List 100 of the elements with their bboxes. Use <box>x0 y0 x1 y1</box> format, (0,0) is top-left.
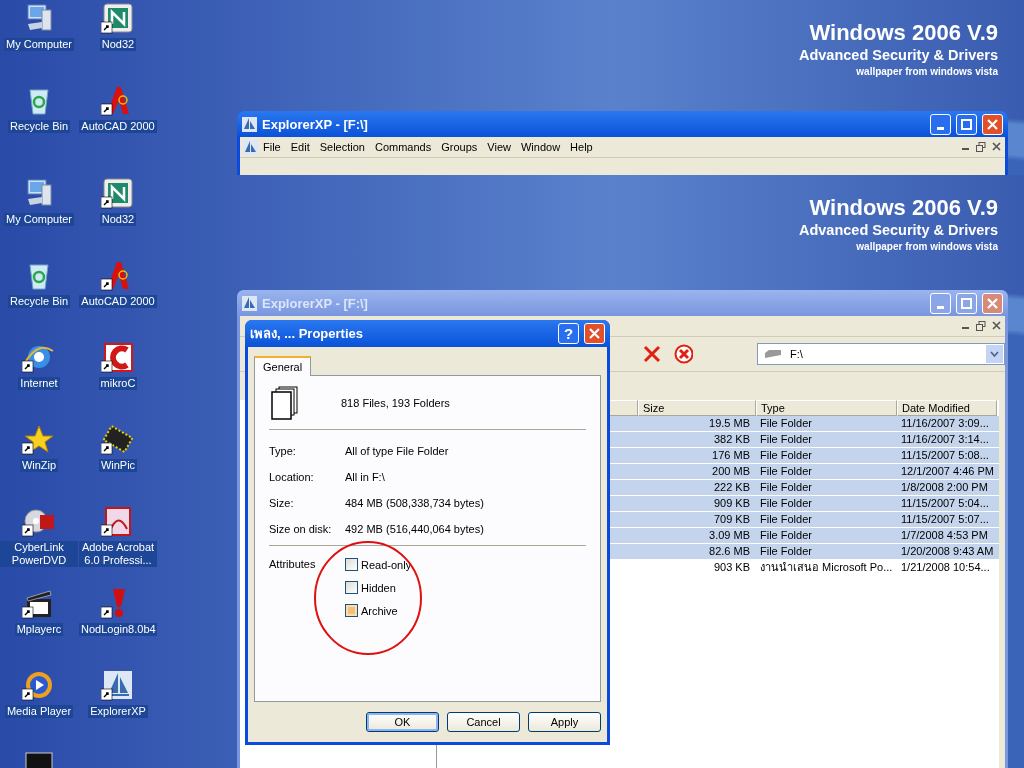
desktop-icon-label[interactable]: mikroC <box>98 377 138 390</box>
desktop-icon-label[interactable]: ExplorerXP <box>88 705 148 718</box>
table-cell-text: 1/7/2008 4:53 PM <box>900 528 989 543</box>
close-icon <box>987 297 998 309</box>
files-icon <box>271 386 301 420</box>
desktop-icon-label[interactable]: Internet <box>18 377 60 390</box>
checkbox-label: Hidden <box>361 581 396 594</box>
desktop-icon-label[interactable]: Mplayerc <box>14 623 64 636</box>
table-cell-text: 11/16/2007 3:14... <box>900 432 990 447</box>
close-button[interactable] <box>982 113 1003 135</box>
table-cell-text: File Folder <box>759 448 813 463</box>
dialog-button[interactable]: Apply <box>528 712 601 732</box>
menu-item[interactable]: File <box>258 141 286 153</box>
column-header[interactable]: Size <box>638 400 756 416</box>
menu-item[interactable]: Edit <box>285 141 315 153</box>
drive-icon <box>764 349 783 359</box>
table-cell-text: 903 KB <box>712 560 751 575</box>
desktop-icon-label[interactable]: NodLogin8.0b4 <box>79 623 157 636</box>
desktop-icon-label[interactable]: WinPic <box>98 459 138 472</box>
maximize-icon <box>961 118 972 130</box>
table-cell-text: 11/15/2007 5:04... <box>900 496 990 511</box>
window-title: ExplorerXP - [F:\] <box>262 116 369 132</box>
close-icon <box>589 328 600 339</box>
sailboat-icon <box>242 295 257 311</box>
wallpaper-subtitle: Advanced Security & Drivers <box>798 46 998 64</box>
checkbox[interactable] <box>345 581 358 594</box>
dialog-button[interactable]: Cancel <box>447 712 520 732</box>
table-cell-text: 19.5 MB <box>708 416 751 431</box>
checkbox[interactable] <box>345 604 358 617</box>
column-header[interactable]: Date Modified <box>897 400 997 416</box>
desktop-icon-label[interactable]: CyberLink PowerDVD <box>0 541 78 567</box>
desktop-icon-label[interactable]: Recycle Bin <box>7 120 71 133</box>
field-label: Attributes <box>269 558 317 572</box>
checkbox[interactable] <box>345 558 358 571</box>
menu-item[interactable]: View <box>482 141 516 153</box>
table-cell-text: File Folder <box>759 544 813 559</box>
desktop-icon-label[interactable]: Nod32 <box>99 213 137 226</box>
restore-icon[interactable] <box>976 142 986 152</box>
desktop-icon-label[interactable]: Media Player <box>4 705 74 718</box>
restore-icon[interactable] <box>976 321 986 331</box>
wallpaper-credit: wallpaper from windows vista <box>856 65 998 79</box>
wallpaper-title: Windows 2006 V.9 <box>809 20 998 46</box>
dialog-title: เพลง, ... Properties <box>250 325 364 343</box>
window-title: ExplorerXP - [F:\] <box>262 295 369 311</box>
table-cell-text: 11/15/2007 5:08... <box>900 448 990 463</box>
summary-text: 818 Files, 193 Folders <box>341 397 450 409</box>
table-cell-text: 82.6 MB <box>708 544 751 559</box>
table-cell-text: 11/15/2007 5:07... <box>900 512 990 527</box>
maximize-icon <box>961 297 972 309</box>
desktop-icon-label[interactable]: My Computer <box>4 213 74 226</box>
table-cell-text: File Folder <box>759 496 813 511</box>
table-cell-text: File Folder <box>759 432 813 447</box>
desktop-icon-label[interactable]: AutoCAD 2000 <box>79 120 157 133</box>
address-combo[interactable]: F:\ <box>757 343 1005 365</box>
maximize-button[interactable] <box>956 113 977 135</box>
field-value: All in F:\ <box>345 471 385 483</box>
dialog-button[interactable]: OK <box>366 712 439 732</box>
tab[interactable]: General <box>254 356 312 376</box>
menu-item[interactable]: Help <box>565 141 598 153</box>
table-cell-text: File Folder <box>759 416 813 431</box>
table-cell-text: 176 MB <box>711 448 751 463</box>
close-button[interactable] <box>584 323 605 344</box>
help-button[interactable]: ? <box>558 323 579 344</box>
desktop-icon-label[interactable]: Nod32 <box>99 38 137 51</box>
wallpaper-credit: wallpaper from windows vista <box>856 240 998 254</box>
table-cell-text: 382 KB <box>712 432 751 447</box>
close-icon[interactable] <box>992 142 1001 151</box>
table-cell-text: 1/21/2008 10:54... <box>900 560 991 575</box>
sailboat-icon <box>243 139 258 155</box>
table-cell-text: 1/20/2008 9:43 AM <box>900 544 995 559</box>
table-cell-text: 709 KB <box>712 512 751 527</box>
menu-item[interactable]: Selection <box>314 141 370 153</box>
minimize-button[interactable] <box>930 113 951 135</box>
delete-icon[interactable] <box>642 344 662 364</box>
desktop-icon-label[interactable]: WinZip <box>19 459 59 472</box>
menu-item[interactable]: Window <box>515 141 566 153</box>
table-cell-text: 222 KB <box>712 480 751 495</box>
stop-icon[interactable] <box>673 344 694 364</box>
table-cell-text: 1/8/2008 2:00 PM <box>900 480 989 495</box>
table-cell-text: File Folder <box>759 512 813 527</box>
table-cell-text: 909 KB <box>712 496 751 511</box>
minimize-icon <box>937 126 944 130</box>
desktop-icon-label[interactable]: My Computer <box>4 38 74 51</box>
desktop-icon-label[interactable]: Adobe Acrobat 6.0 Professi... <box>79 541 157 567</box>
checkbox-label: Read-only <box>361 558 412 571</box>
menu-item[interactable]: Commands <box>369 141 437 153</box>
table-cell-text: 11/16/2007 3:09... <box>900 416 990 431</box>
wallpaper-subtitle: Advanced Security & Drivers <box>798 221 998 239</box>
field-label: Location: <box>269 471 315 483</box>
table-cell-text: File Folder <box>759 528 813 543</box>
table-cell-text: 12/1/2007 4:46 PM <box>900 464 995 479</box>
menu-item[interactable]: Groups <box>436 141 483 153</box>
table-cell-text: File Folder <box>759 464 813 479</box>
close-icon[interactable] <box>992 321 1001 330</box>
close-icon <box>987 118 998 130</box>
desktop-icon-label[interactable]: AutoCAD 2000 <box>79 295 157 308</box>
checkbox-label: Archive <box>361 604 398 617</box>
field-label: Size: <box>269 497 295 509</box>
column-header[interactable]: Type <box>756 400 897 416</box>
desktop-icon-label[interactable]: Recycle Bin <box>7 295 71 308</box>
